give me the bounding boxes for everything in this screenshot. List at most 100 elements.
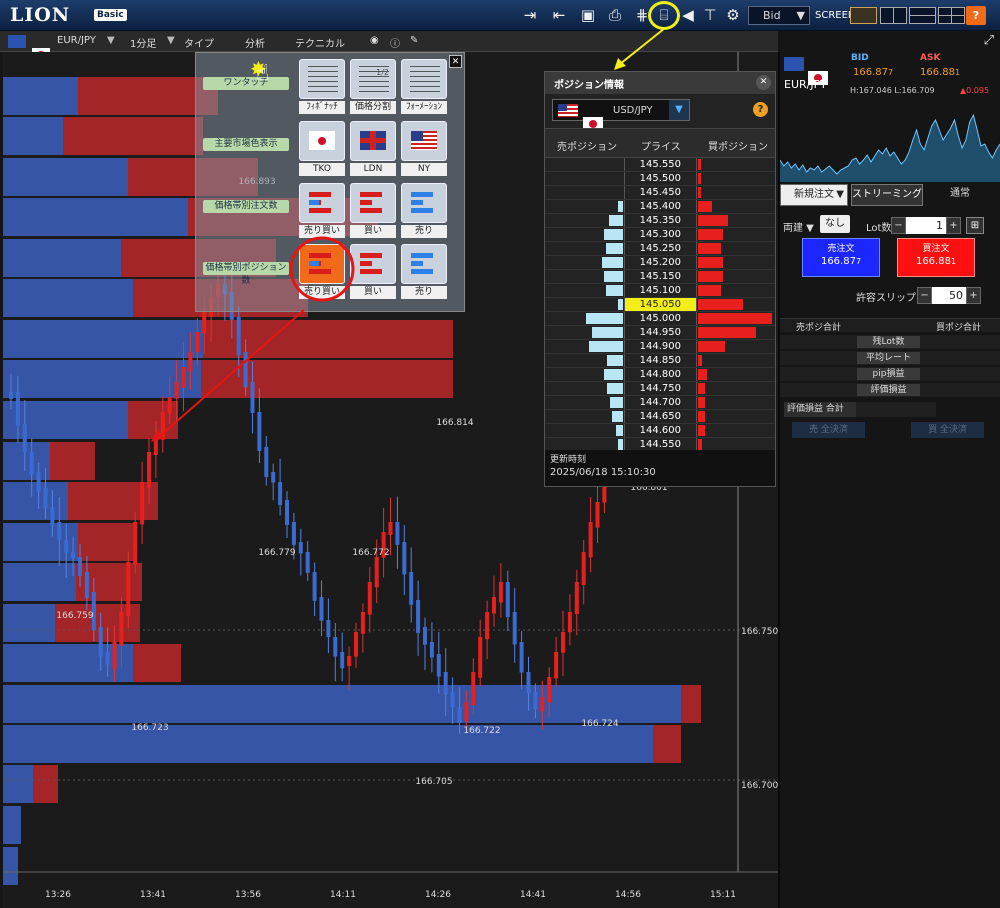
analysis-button[interactable]: 分析 xyxy=(245,35,265,50)
slip-input[interactable]: 50 xyxy=(932,287,966,304)
menu-caption: ﾌｨﾎﾞﾅｯﾁ xyxy=(299,101,345,114)
candle-body xyxy=(43,488,48,509)
price-cell: 144.850 xyxy=(624,354,697,367)
info-icon[interactable]: ⓘ xyxy=(390,35,400,50)
timeframe-select[interactable]: 1分足 xyxy=(130,35,156,50)
price-cell: 144.950 xyxy=(624,326,697,339)
layout-split-vertical-button[interactable] xyxy=(880,7,907,24)
close-icon[interactable]: ✕ xyxy=(449,55,462,68)
lot-increase-button[interactable]: + xyxy=(946,217,961,234)
layout-grid-button[interactable] xyxy=(938,7,965,24)
palette-icon[interactable]: ◉ xyxy=(370,35,379,46)
buy-bar xyxy=(698,257,724,268)
candle-body xyxy=(236,317,241,355)
sell-bar xyxy=(618,201,623,212)
position-row: 145.400 xyxy=(545,200,775,214)
hedge-none[interactable]: なし xyxy=(820,215,850,233)
position-band-sell xyxy=(3,117,63,155)
tools-icon[interactable]: ⊤ xyxy=(700,6,720,24)
hedge-select[interactable]: 両建 ▼ xyxy=(783,219,814,234)
position-band-sell xyxy=(3,563,76,601)
candle-body xyxy=(188,352,193,372)
chevron-down-icon: ▼ xyxy=(836,189,844,200)
chart-toolbar: EUR/JPY ▼ 1分足 ▼ タイプ 分析 テクニカル ◉ ⓘ ✎ xyxy=(0,31,778,61)
keypad-icon[interactable]: ⊞ xyxy=(966,217,984,234)
help-icon[interactable]: ? xyxy=(966,6,986,25)
chart-pair-select[interactable]: EUR/JPY xyxy=(57,35,96,46)
candle-body xyxy=(133,522,138,565)
candle-body xyxy=(581,552,586,585)
trade-panel: ⤢ EUR/JPY BID ASK 166.877 166.881 H:167.… xyxy=(778,31,1000,908)
price-type-select[interactable]: Bid ▼ xyxy=(748,6,810,25)
price-cell: 145.350 xyxy=(624,214,697,227)
candle-body xyxy=(595,502,600,528)
menu-option-row2-1[interactable] xyxy=(350,121,396,161)
position-row: 144.700 xyxy=(545,396,775,410)
import-icon[interactable]: ⇤ xyxy=(549,6,569,24)
layout-split-horizontal-button[interactable] xyxy=(909,7,936,24)
candle-body xyxy=(512,612,517,645)
tab-streaming[interactable]: ストリーミング xyxy=(851,184,923,206)
sell-order-button[interactable]: 売注文 166.877 xyxy=(802,238,880,277)
position-band-sell xyxy=(3,847,18,885)
menu-option-row4-2[interactable] xyxy=(401,244,447,284)
menu-option-row3-0[interactable] xyxy=(299,183,345,223)
candle-body xyxy=(112,642,117,670)
candle-body xyxy=(243,352,248,388)
lot-decrease-button[interactable]: − xyxy=(891,217,906,234)
buy-close-all-button[interactable]: 買 全決済 xyxy=(911,422,984,438)
price-annotation: 166.759 xyxy=(56,611,93,621)
menu-caption: NY xyxy=(401,163,447,176)
draw-tool-icon[interactable]: ✎ xyxy=(410,35,418,46)
candle-body xyxy=(588,522,593,558)
export-icon[interactable]: ⇥ xyxy=(520,6,540,24)
menu-option-row2-0[interactable] xyxy=(299,121,345,161)
settings-gear-icon[interactable]: ⚙ xyxy=(723,6,743,24)
candle-body xyxy=(354,632,358,657)
menu-option-row3-1[interactable] xyxy=(350,183,396,223)
sell-close-all-button[interactable]: 売 全決済 xyxy=(792,422,865,438)
app-logo: LION xyxy=(10,4,71,26)
position-row: 145.000 xyxy=(545,312,775,326)
buy-bar xyxy=(698,187,701,198)
menu-option-row1-1[interactable]: 1/2 xyxy=(350,59,396,99)
save-icon[interactable]: ▣ xyxy=(578,6,598,24)
tab-normal[interactable]: 通常 xyxy=(925,184,995,206)
close-icon[interactable]: ✕ xyxy=(756,75,771,90)
position-band-sell xyxy=(3,198,188,236)
candle-body xyxy=(167,397,172,414)
menu-option-row2-2[interactable] xyxy=(401,121,447,161)
top-toolbar: LION Basic ⇥ ⇤ ▣ ⎙ ⋕ ⌸ ◀ ⊤ ⚙ Bid ▼ SCREEN… xyxy=(0,0,1000,31)
slip-increase-button[interactable]: + xyxy=(966,287,981,304)
sell-bar xyxy=(606,383,623,394)
candle-body xyxy=(78,557,82,577)
help-icon[interactable]: ? xyxy=(753,102,768,117)
price-cell: 144.600 xyxy=(624,424,697,437)
menu-option-row4-1[interactable] xyxy=(350,244,396,284)
buy-bar xyxy=(698,397,705,408)
buy-order-button[interactable]: 買注文 166.881 xyxy=(897,238,975,277)
position-pair-select[interactable]: USD/JPY ▼ xyxy=(552,99,690,130)
menu-option-row1-0[interactable] xyxy=(299,59,345,99)
price-annotation: 166.724 xyxy=(581,719,618,729)
announce-icon[interactable]: ◀ xyxy=(678,6,698,24)
position-band-sell xyxy=(3,360,201,398)
print-icon[interactable]: ⎙ xyxy=(605,6,625,24)
menu-option-row4-0[interactable] xyxy=(299,244,345,284)
expand-icon[interactable]: ⤢ xyxy=(984,33,994,48)
candle-body xyxy=(305,552,310,573)
menu-option-row1-2[interactable] xyxy=(401,59,447,99)
layout-single-button[interactable] xyxy=(850,7,877,24)
menu-caption: 買い xyxy=(350,286,396,299)
chart-type-button[interactable]: タイプ xyxy=(184,35,214,50)
technical-button[interactable]: テクニカル xyxy=(295,35,345,50)
candle-body xyxy=(402,542,407,575)
candle-body xyxy=(105,652,110,665)
position-band-sell xyxy=(3,806,21,844)
menu-option-row3-2[interactable] xyxy=(401,183,447,223)
order-mode-select[interactable]: 新規注文 ▼ xyxy=(780,184,848,206)
position-info-panel[interactable]: ポジション情報 ✕ USD/JPY ▼ ? 売ポジション プライス 買ポジション… xyxy=(544,71,776,487)
lot-input[interactable]: 1 xyxy=(906,217,946,234)
sell-bar xyxy=(616,425,623,436)
slip-decrease-button[interactable]: − xyxy=(917,287,932,304)
